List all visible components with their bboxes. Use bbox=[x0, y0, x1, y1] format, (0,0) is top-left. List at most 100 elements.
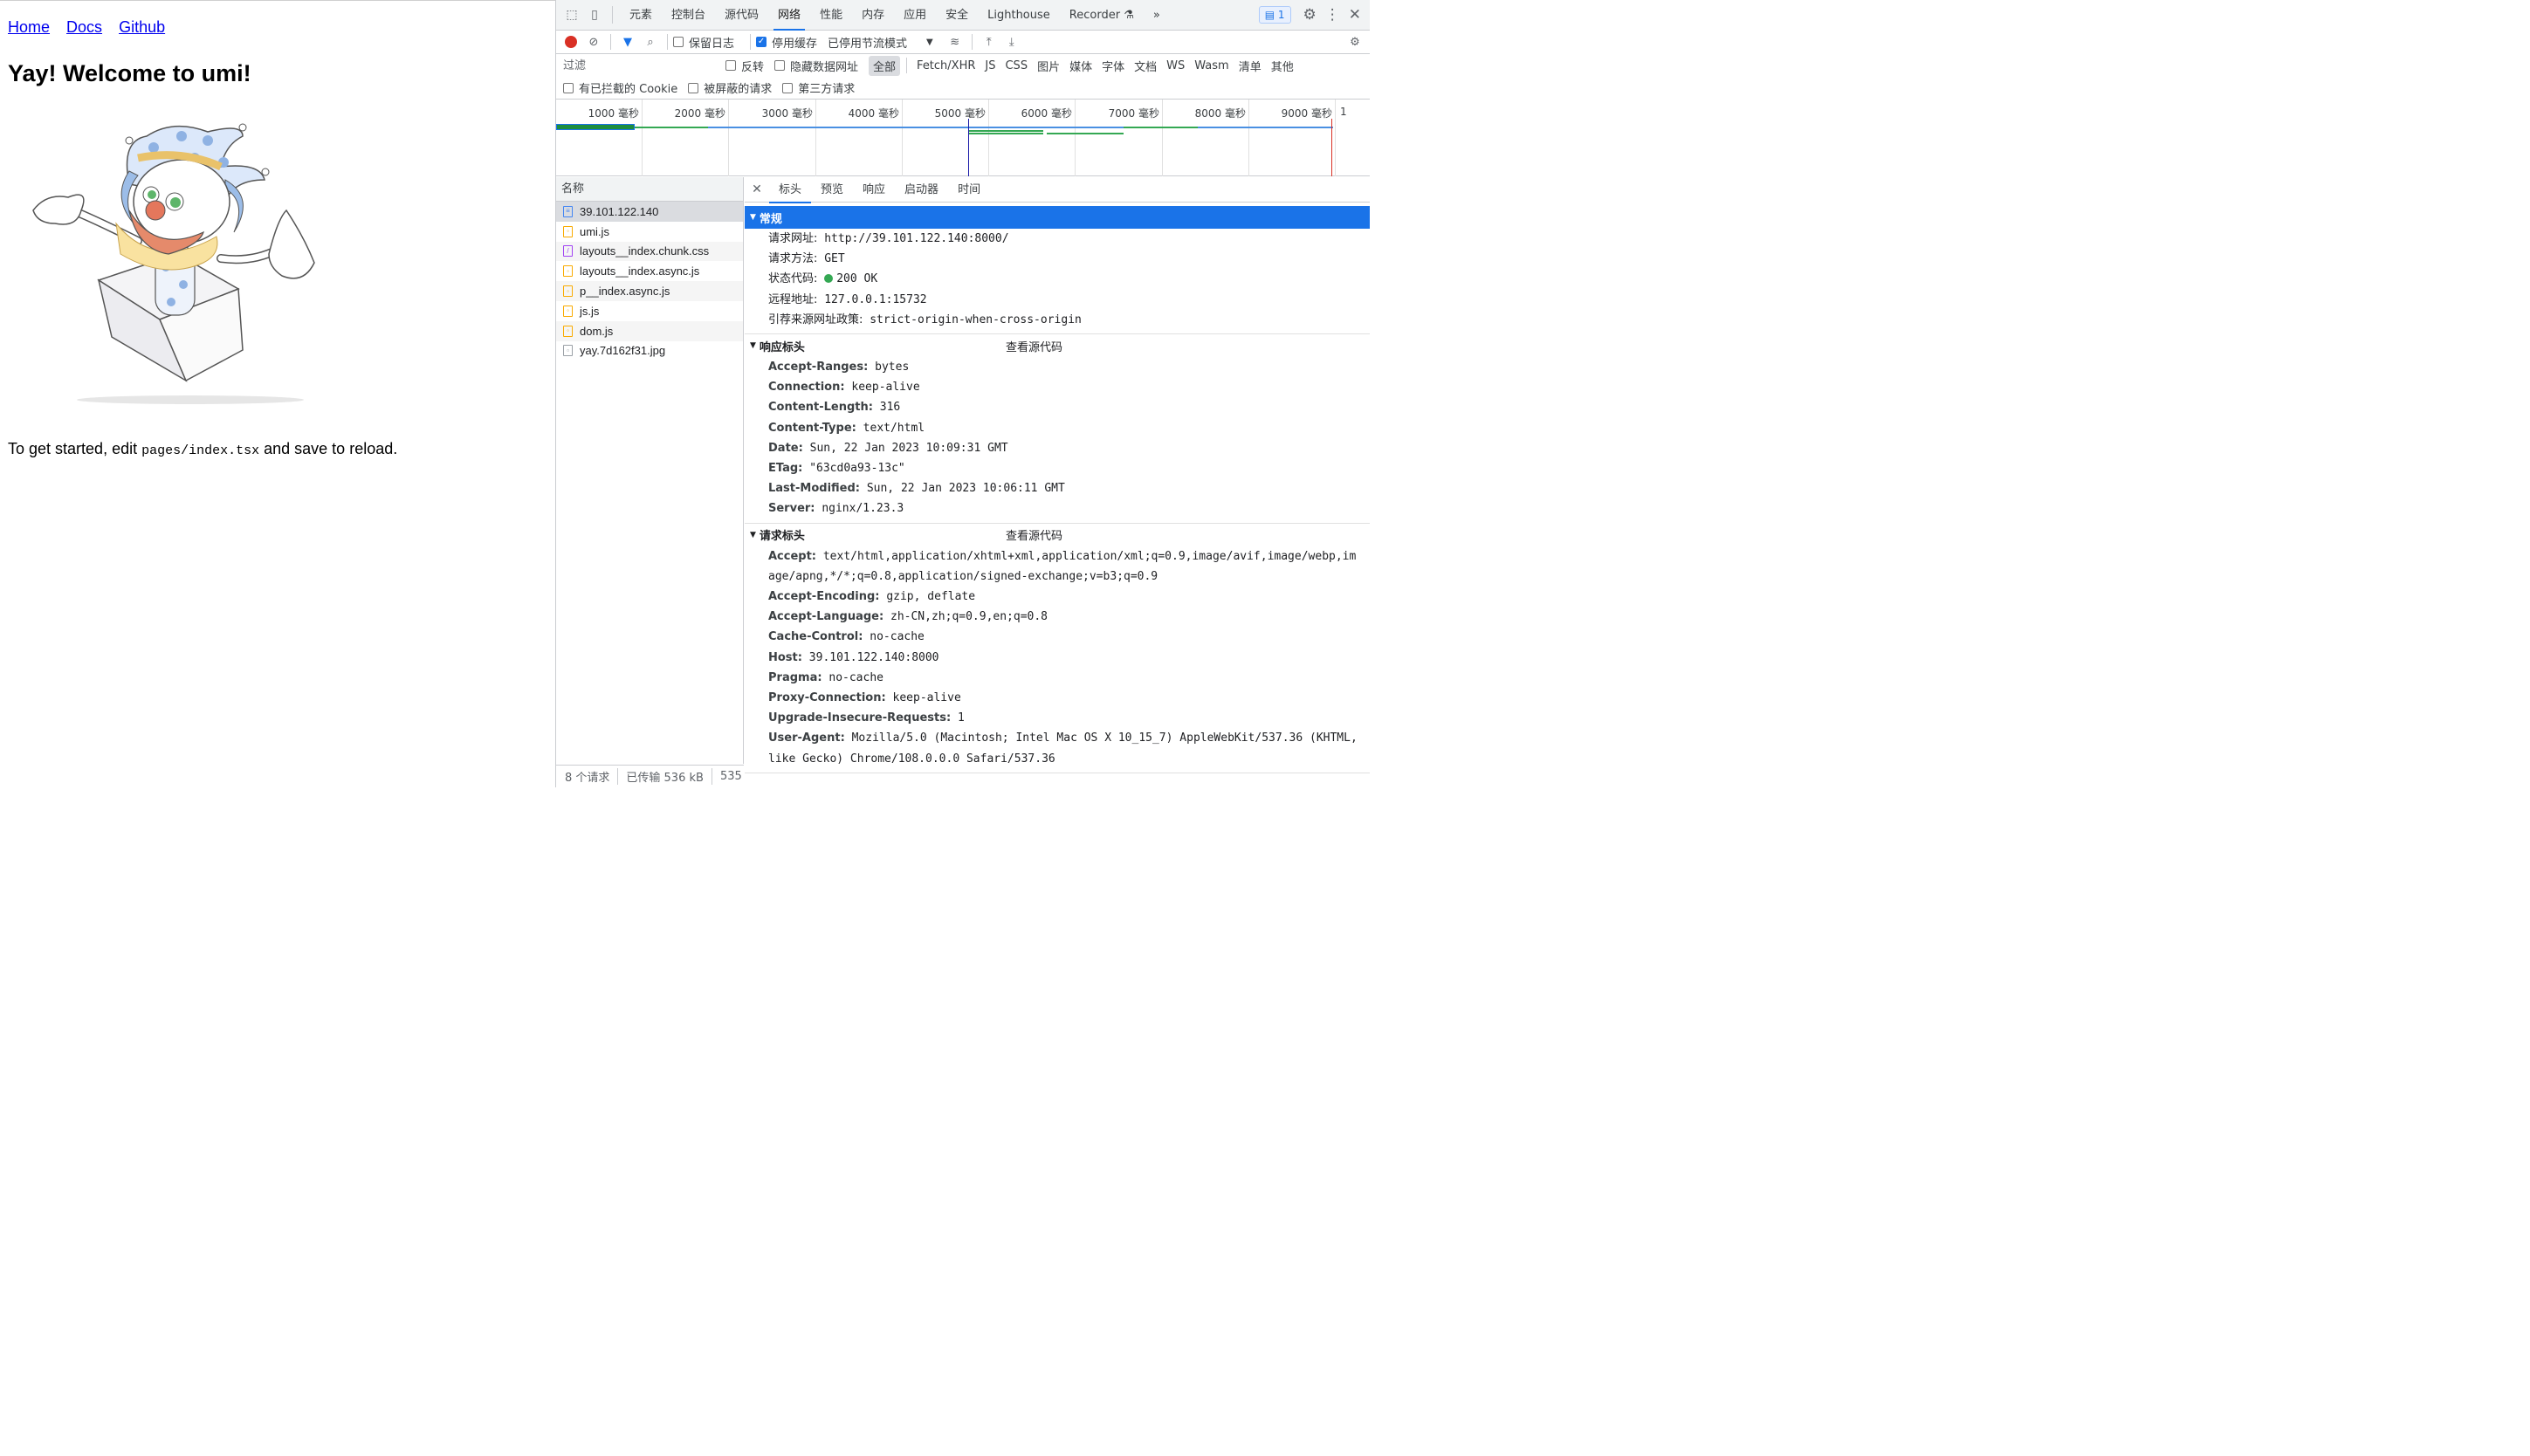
request-row[interactable]: ◦ p__index.async.js bbox=[556, 281, 743, 301]
timeline-gridline bbox=[728, 100, 729, 176]
disable-cache-checkbox[interactable]: ✓ 停用缓存 bbox=[756, 34, 817, 51]
filter-type-fetch-xhr[interactable]: Fetch/XHR bbox=[912, 58, 980, 74]
tab-response[interactable]: 响应 bbox=[853, 177, 895, 203]
import-har-icon[interactable]: ⤒ bbox=[978, 36, 1000, 49]
filter-type-other[interactable]: 其他 bbox=[1267, 56, 1298, 76]
filter-type-css[interactable]: CSS bbox=[1000, 58, 1032, 74]
status-ok-icon bbox=[824, 274, 834, 284]
header-key: Server: bbox=[768, 502, 815, 516]
record-button[interactable] bbox=[560, 36, 582, 48]
tab-preview[interactable]: 预览 bbox=[811, 177, 853, 203]
timeline-tick-label: 2000 毫秒 bbox=[674, 107, 725, 120]
waterfall-bar bbox=[1047, 133, 1124, 134]
timeline-gridline bbox=[642, 100, 643, 176]
hide-data-urls-checkbox[interactable]: 隐藏数据网址 bbox=[774, 58, 858, 74]
header-key: 请求网址: bbox=[768, 232, 818, 245]
general-section-header[interactable]: ▼ 常规 bbox=[745, 206, 1370, 229]
script-file-icon: ◦ bbox=[563, 265, 573, 278]
image-file-icon: ▫ bbox=[563, 345, 573, 357]
filter-type-wasm[interactable]: Wasm bbox=[1190, 58, 1233, 74]
request-row[interactable]: / layouts__index.chunk.css bbox=[556, 241, 743, 262]
blocked-cookies-checkbox[interactable]: 有已拦截的 Cookie bbox=[563, 79, 677, 96]
tabbar-right: ▤ 1 ⚙ ⋮ ✕ bbox=[1258, 6, 1370, 24]
jester-illustration bbox=[32, 123, 315, 404]
request-row[interactable]: ◦ js.js bbox=[556, 301, 743, 321]
header-key: Last-Modified: bbox=[768, 482, 860, 496]
timeline-tick-label: 5000 毫秒 bbox=[934, 107, 986, 120]
nav-link-docs[interactable]: Docs bbox=[66, 18, 102, 36]
device-toolbar-icon[interactable]: ▯ bbox=[588, 8, 602, 22]
request-row[interactable]: ◦ dom.js bbox=[556, 320, 743, 341]
tab-elements[interactable]: 元素 bbox=[620, 0, 662, 31]
tab-recorder[interactable]: Recorder ⚗ bbox=[1060, 0, 1144, 31]
view-source-link[interactable]: 查看源代码 bbox=[1006, 526, 1062, 543]
blocked-requests-checkbox[interactable]: 被屏蔽的请求 bbox=[688, 79, 772, 96]
tab-lighthouse[interactable]: Lighthouse bbox=[978, 0, 1060, 31]
filter-type-js[interactable]: JS bbox=[980, 58, 1000, 74]
view-source-link[interactable]: 查看源代码 bbox=[1006, 338, 1062, 354]
filter-type-img[interactable]: 图片 bbox=[1033, 56, 1064, 76]
general-title: 常规 bbox=[759, 212, 782, 226]
invert-checkbox[interactable]: 反转 bbox=[725, 58, 764, 74]
inspect-element-icon[interactable]: ⬚ bbox=[565, 8, 579, 22]
filter-input[interactable] bbox=[560, 57, 715, 74]
request-row[interactable]: ◦ umi.js bbox=[556, 222, 743, 242]
filter-type-media[interactable]: 媒体 bbox=[1065, 56, 1097, 76]
header-key: 远程地址: bbox=[768, 292, 818, 306]
response-headers-header[interactable]: ▼ 响应标头 查看源代码 bbox=[745, 334, 1370, 357]
tab-sources[interactable]: 源代码 bbox=[715, 0, 768, 31]
filter-type-doc[interactable]: 文档 bbox=[1130, 56, 1161, 76]
tab-network[interactable]: 网络 bbox=[768, 0, 810, 31]
request-row[interactable]: ◦ layouts__index.async.js bbox=[556, 261, 743, 281]
disable-cache-label: 停用缓存 bbox=[772, 37, 818, 51]
filter-type-all[interactable]: 全部 bbox=[869, 55, 901, 76]
filter-type-ws[interactable]: WS bbox=[1162, 58, 1189, 74]
search-icon[interactable]: ⌕ bbox=[639, 36, 662, 49]
timeline-overview[interactable]: 1000 毫秒 2000 毫秒 3000 毫秒 4000 毫秒 5000 毫秒 … bbox=[556, 100, 1370, 176]
tab-application[interactable]: 应用 bbox=[894, 0, 936, 31]
throttling-select[interactable]: 已停用节流模式 ▼ bbox=[828, 34, 933, 51]
filter-bar-secondary: 有已拦截的 Cookie 被屏蔽的请求 第三方请求 bbox=[556, 77, 1370, 100]
request-row[interactable]: ≡ 39.101.122.140 bbox=[556, 202, 743, 222]
header-value: zh-CN,zh;q=0.9,en;q=0.8 bbox=[890, 610, 1048, 624]
tab-performance[interactable]: 性能 bbox=[810, 0, 852, 31]
nav-link-github[interactable]: Github bbox=[119, 18, 165, 36]
tab-headers[interactable]: 标头 bbox=[769, 177, 812, 203]
column-header-name[interactable]: 名称 bbox=[556, 177, 743, 202]
export-har-icon[interactable]: ⤓ bbox=[1000, 36, 1023, 49]
tab-security[interactable]: 安全 bbox=[936, 0, 978, 31]
tab-initiator[interactable]: 启动器 bbox=[895, 177, 948, 203]
request-name: yay.7d162f31.jpg bbox=[580, 344, 666, 358]
header-value: gzip, deflate bbox=[886, 590, 976, 604]
issues-badge[interactable]: ▤ 1 bbox=[1258, 6, 1291, 24]
third-party-checkbox[interactable]: 第三方请求 bbox=[782, 79, 855, 96]
clear-icon[interactable]: ⊘ bbox=[582, 36, 605, 49]
header-key: ETag: bbox=[768, 462, 803, 476]
settings-gear-icon[interactable]: ⚙ bbox=[1303, 6, 1317, 24]
more-options-icon[interactable]: ⋮ bbox=[1325, 6, 1340, 24]
close-devtools-icon[interactable]: ✕ bbox=[1349, 6, 1361, 24]
request-row[interactable]: ▫ yay.7d162f31.jpg bbox=[556, 341, 743, 361]
divider bbox=[971, 34, 973, 50]
header-row: Accept: text/html,application/xhtml+xml,… bbox=[745, 546, 1370, 587]
header-value: no-cache bbox=[870, 630, 925, 644]
filter-type-manifest[interactable]: 清单 bbox=[1234, 56, 1266, 76]
filter-icon[interactable]: ▼ bbox=[616, 36, 639, 49]
header-value: no-cache bbox=[828, 670, 883, 684]
network-conditions-icon[interactable]: ≋ bbox=[944, 36, 966, 49]
request-headers-header[interactable]: ▼ 请求标头 查看源代码 bbox=[745, 524, 1370, 546]
more-tabs-icon[interactable]: » bbox=[1144, 0, 1170, 31]
tab-timing[interactable]: 时间 bbox=[948, 177, 990, 203]
filter-type-font[interactable]: 字体 bbox=[1097, 56, 1129, 76]
close-icon[interactable]: ✕ bbox=[745, 182, 769, 196]
request-name: layouts__index.chunk.css bbox=[580, 244, 710, 258]
tab-recorder-label: Recorder bbox=[1069, 8, 1121, 22]
header-value: "63cd0a93-13c" bbox=[809, 462, 905, 476]
network-settings-gear-icon[interactable]: ⚙ bbox=[1344, 36, 1366, 49]
preserve-log-checkbox[interactable]: 保留日志 bbox=[673, 34, 734, 51]
tab-memory[interactable]: 内存 bbox=[852, 0, 894, 31]
tab-console[interactable]: 控制台 bbox=[662, 0, 715, 31]
timeline-tick-label: 4000 毫秒 bbox=[848, 107, 899, 120]
hide-data-urls-label: 隐藏数据网址 bbox=[790, 60, 859, 74]
nav-link-home[interactable]: Home bbox=[8, 18, 50, 36]
